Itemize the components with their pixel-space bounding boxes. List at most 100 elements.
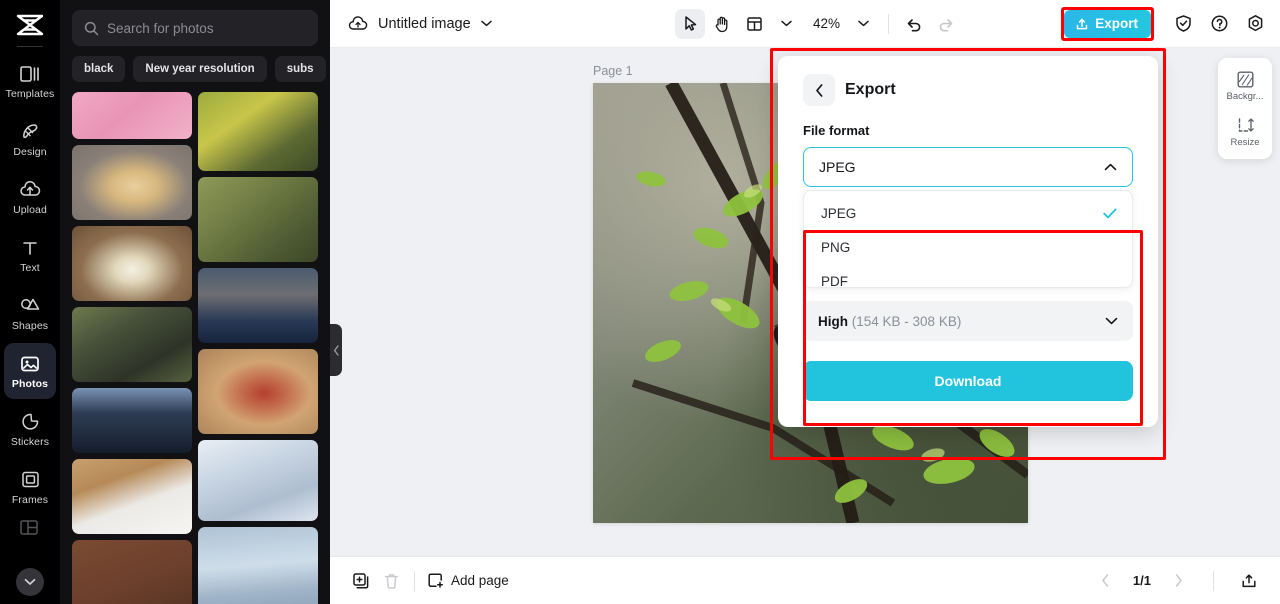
download-button-label: Download (934, 373, 1002, 389)
photo-thumb-wren-grass[interactable] (198, 177, 318, 262)
chevron-left-icon (815, 83, 822, 97)
layout-dropdown-chevron-icon[interactable] (771, 9, 801, 39)
photo-thumb-brick-wall[interactable] (72, 540, 192, 604)
search-placeholder: Search for photos (107, 20, 214, 36)
photo-grid-column-right (198, 92, 318, 604)
upload-box-icon (1075, 17, 1089, 31)
frames-icon (19, 469, 41, 491)
file-format-selected-value: JPEG (819, 159, 856, 175)
quality-size-range: (154 KB - 308 KB) (851, 313, 962, 329)
sidebar-item-text[interactable]: Text (4, 227, 56, 283)
text-icon (19, 237, 41, 259)
sidebar-item-templates[interactable]: Templates (4, 53, 56, 109)
shield-check-icon[interactable] (1168, 9, 1198, 39)
bottom-toolbar: Add page 1/1 (330, 556, 1280, 604)
photos-icon (19, 353, 41, 375)
sidebar-item-frames[interactable]: Frames (4, 459, 56, 515)
back-button[interactable] (803, 74, 835, 106)
photo-thumb-bread-basket[interactable] (72, 144, 192, 220)
sidebar-item-design[interactable]: Design (4, 111, 56, 167)
photo-thumb-ice-block[interactable] (198, 527, 318, 604)
hand-tool-button[interactable] (707, 9, 737, 39)
layout-tool-button[interactable] (739, 9, 769, 39)
file-format-option-jpeg[interactable]: JPEG (804, 196, 1132, 230)
background-label: Backgr... (1226, 91, 1264, 102)
photo-thumb-city-night[interactable] (72, 388, 192, 453)
tag-chip[interactable]: New year resolution (133, 56, 267, 82)
more-tools-icon[interactable] (19, 519, 41, 541)
page-label: Page 1 (593, 64, 633, 78)
photo-thumb-coastal-town[interactable] (198, 267, 318, 344)
undo-button[interactable] (899, 9, 929, 39)
file-format-options-menu: JPEG PNG PDF (803, 190, 1133, 288)
sidebar-item-photos[interactable]: Photos (4, 343, 56, 399)
resize-icon (1236, 116, 1255, 135)
canvas-tool-group: 42% (675, 8, 961, 39)
option-label: PNG (821, 239, 851, 255)
photo-thumb-soup-bowl[interactable] (72, 225, 192, 302)
sidebar-label-design: Design (13, 145, 47, 158)
rail-expand-chevron-icon[interactable] (16, 568, 44, 596)
file-format-label: File format (803, 123, 870, 138)
file-format-option-png[interactable]: PNG (804, 230, 1132, 264)
background-button[interactable]: Backgr... (1221, 67, 1269, 105)
file-format-select[interactable]: JPEG (803, 147, 1133, 187)
upload-icon (19, 179, 41, 201)
chevron-down-icon[interactable] (480, 20, 492, 27)
tag-chip[interactable]: black (72, 56, 126, 82)
quality-text: High (154 KB - 308 KB) (818, 314, 961, 329)
bottom-export-button[interactable] (1234, 566, 1264, 596)
photo-thumb-yellow-bird[interactable] (72, 307, 192, 383)
top-toolbar: Untitled image 42% Export (330, 0, 1280, 48)
option-label: JPEG (821, 205, 857, 221)
sidebar-item-shapes[interactable]: Shapes (4, 285, 56, 341)
main-editor-area: Untitled image 42% Export Page 1 Backgr.… (330, 0, 1280, 604)
capcut-logo-icon[interactable] (14, 12, 46, 38)
photo-thumb-salami-bread[interactable] (198, 349, 318, 435)
tag-chip[interactable]: subs (274, 56, 326, 82)
export-button-label: Export (1095, 16, 1138, 31)
download-button[interactable]: Download (803, 361, 1133, 401)
photo-thumb-heron-branch[interactable] (198, 92, 318, 172)
add-page-button[interactable]: Add page (427, 572, 509, 589)
shapes-icon (19, 295, 41, 317)
photo-thumb-snow-mountains[interactable] (198, 440, 318, 522)
search-input[interactable]: Search for photos (72, 10, 318, 46)
page-title: Untitled image (378, 15, 471, 32)
quality-level: High (818, 313, 848, 329)
resize-button[interactable]: Resize (1221, 113, 1269, 151)
export-popover-title: Export (845, 81, 896, 98)
photo-thumb-writing-hand[interactable] (72, 458, 192, 535)
panel-collapse-handle[interactable] (330, 324, 342, 376)
settings-gear-icon[interactable] (1240, 9, 1270, 39)
stickers-icon (19, 411, 41, 433)
capcut-editor-window: Templates Design Upload Text Shapes Phot… (0, 0, 1280, 604)
file-format-option-pdf[interactable]: PDF (804, 264, 1132, 288)
delete-page-button[interactable] (376, 566, 406, 596)
chevron-down-icon (1105, 317, 1118, 325)
redo-button[interactable] (931, 9, 961, 39)
photo-thumb-pink-texture[interactable] (72, 92, 192, 139)
sidebar-label-shapes: Shapes (11, 319, 49, 332)
document-title-group[interactable]: Untitled image (348, 16, 492, 32)
help-circle-icon[interactable] (1204, 9, 1234, 39)
cloud-sync-icon (348, 15, 368, 32)
export-popover-header: Export (803, 74, 1133, 106)
select-tool-button[interactable] (675, 8, 705, 39)
sidebar-label-frames: Frames (11, 493, 49, 506)
page-navigation: 1/1 (1091, 566, 1264, 596)
sidebar-item-stickers[interactable]: Stickers (4, 401, 56, 457)
quality-select[interactable]: High (154 KB - 308 KB) (803, 301, 1133, 341)
sidebar-item-upload[interactable]: Upload (4, 169, 56, 225)
add-page-label: Add page (451, 573, 509, 588)
export-button[interactable]: Export (1064, 9, 1151, 38)
canvas-area[interactable]: Page 1 Backgr... Resize Export File form… (330, 48, 1280, 556)
templates-icon (19, 63, 41, 85)
zoom-dropdown-chevron-icon[interactable] (848, 9, 878, 39)
page-indicator: 1/1 (1132, 573, 1151, 588)
photos-panel: Search for photos black New year resolut… (60, 0, 330, 604)
right-float-panel: Backgr... Resize (1218, 58, 1272, 159)
prev-page-button[interactable] (1091, 566, 1121, 596)
next-page-button[interactable] (1163, 566, 1193, 596)
duplicate-page-button[interactable] (346, 566, 376, 596)
